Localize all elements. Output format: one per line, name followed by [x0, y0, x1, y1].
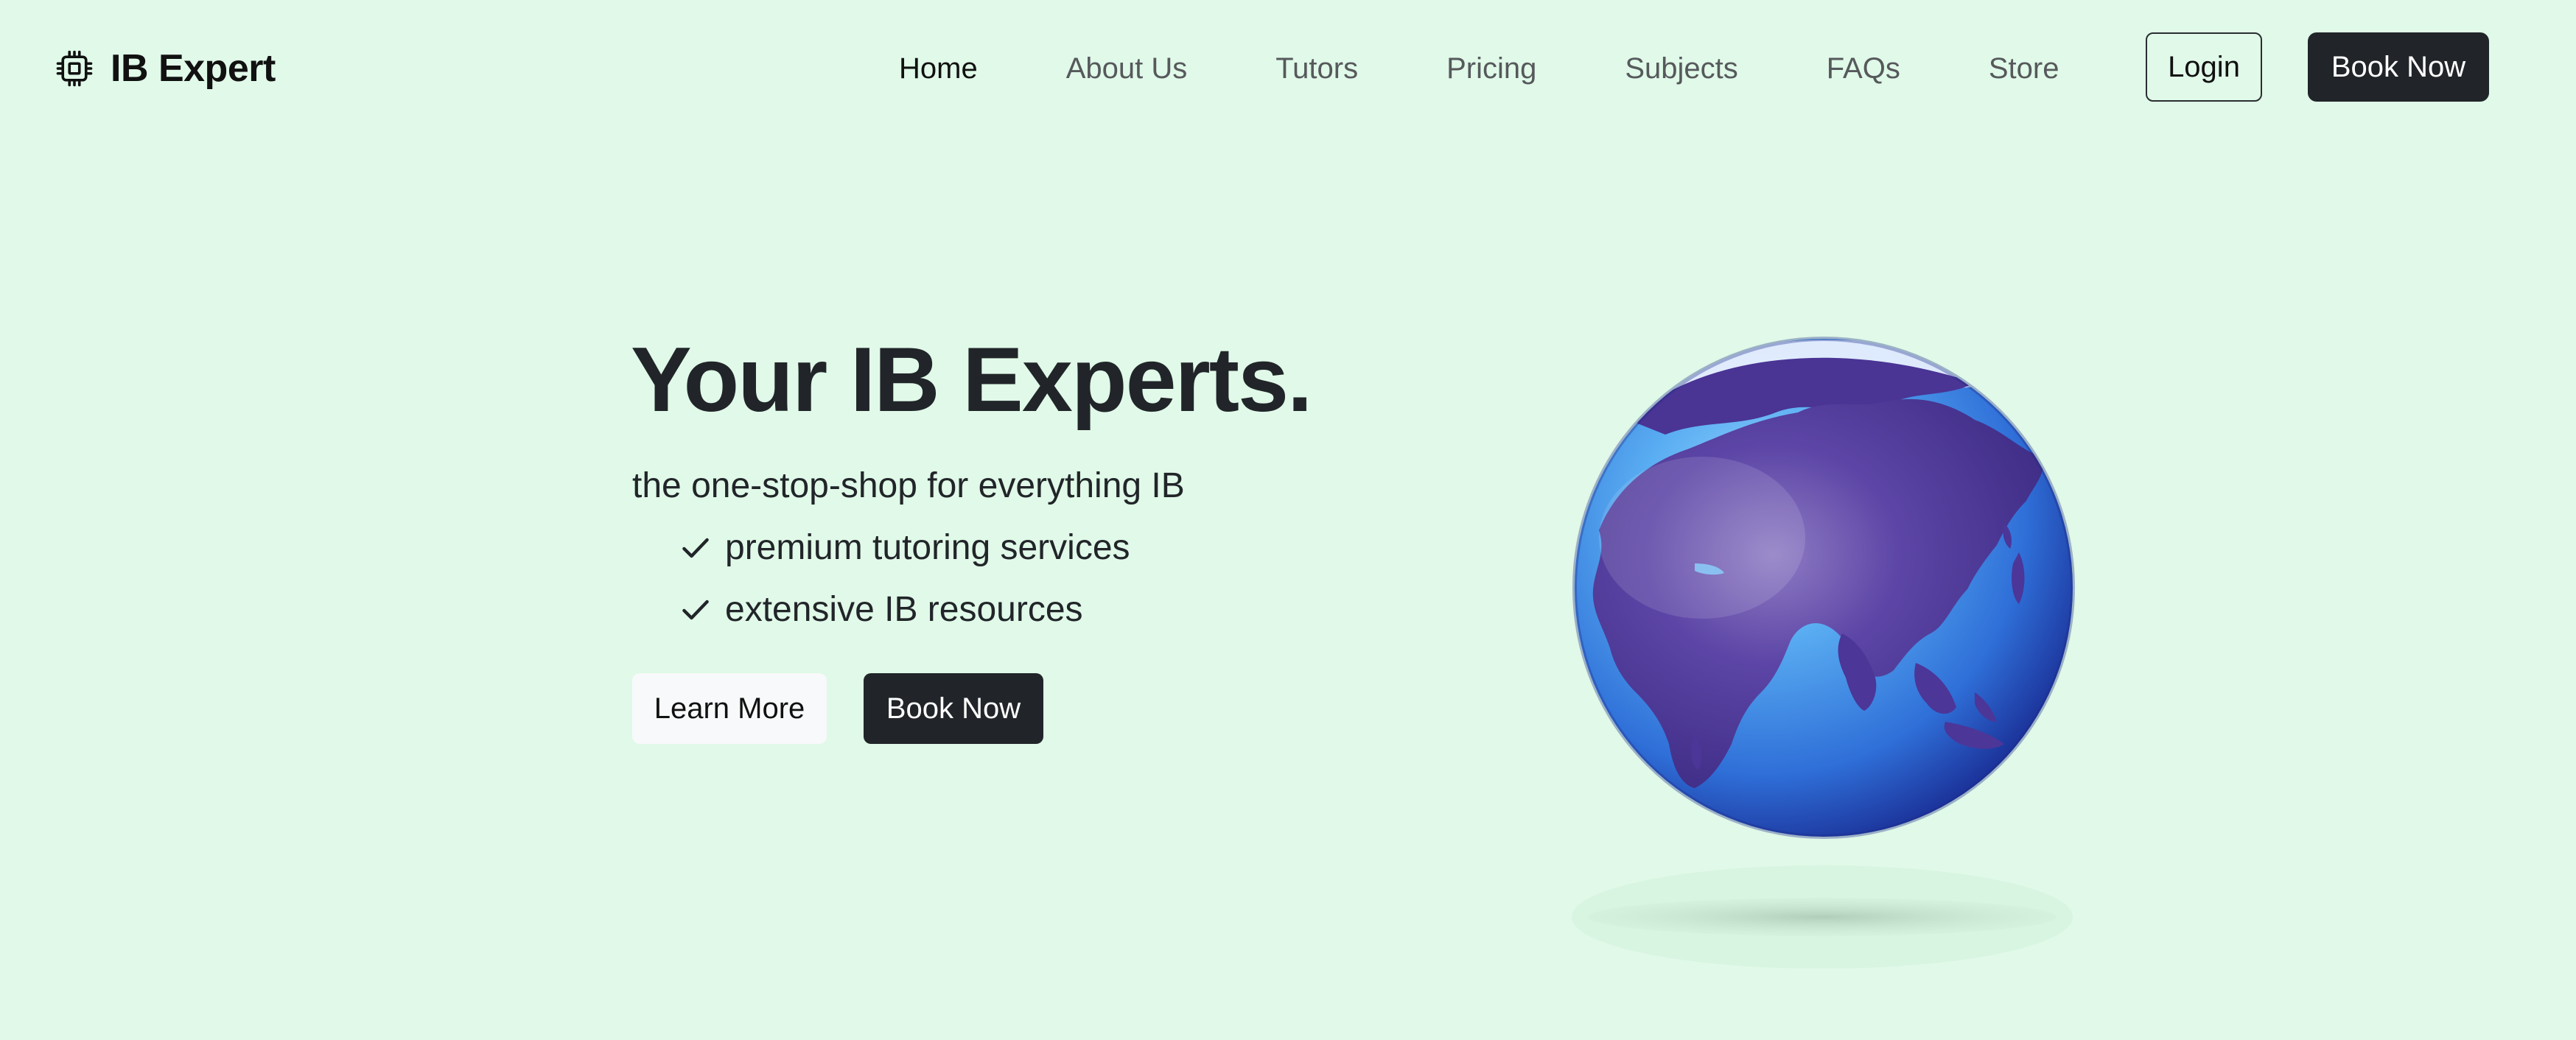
globe-shadow: [1588, 898, 2057, 936]
login-button[interactable]: Login: [2146, 32, 2262, 102]
nav-book-now-button[interactable]: Book Now: [2308, 32, 2489, 102]
brand-name: IB Expert: [111, 47, 276, 90]
feature-item: extensive IB resources: [679, 589, 1083, 630]
globe-image: [1572, 337, 2075, 969]
hero-book-now-button[interactable]: Book Now: [864, 673, 1043, 744]
nav-link-about-us[interactable]: About Us: [1066, 52, 1188, 85]
hero-subtitle: the one-stop-shop for everything IB: [632, 466, 1185, 505]
check-icon: [682, 600, 709, 619]
feature-label: premium tutoring services: [725, 528, 1130, 567]
top-navbar: IB Expert Home About Us Tutors Pricing S…: [0, 0, 2576, 137]
check-icon: [682, 538, 709, 558]
nav-link-pricing[interactable]: Pricing: [1446, 52, 1536, 85]
hero-title: Your IB Experts.: [631, 329, 1312, 431]
feature-label: extensive IB resources: [725, 590, 1083, 629]
cpu-chip-icon: [56, 50, 93, 87]
brand-logo-link[interactable]: IB Expert: [55, 44, 276, 93]
feature-item: premium tutoring services: [679, 527, 1130, 568]
learn-more-button[interactable]: Learn More: [632, 673, 827, 744]
globe-illustration: [1533, 309, 2122, 987]
nav-link-home[interactable]: Home: [899, 52, 978, 85]
main-nav: Home About Us Tutors Pricing Subjects FA…: [899, 44, 2059, 93]
nav-link-store[interactable]: Store: [1989, 52, 2059, 85]
nav-link-tutors[interactable]: Tutors: [1275, 52, 1358, 85]
nav-link-subjects[interactable]: Subjects: [1625, 52, 1737, 85]
nav-link-faqs[interactable]: FAQs: [1827, 52, 1900, 85]
